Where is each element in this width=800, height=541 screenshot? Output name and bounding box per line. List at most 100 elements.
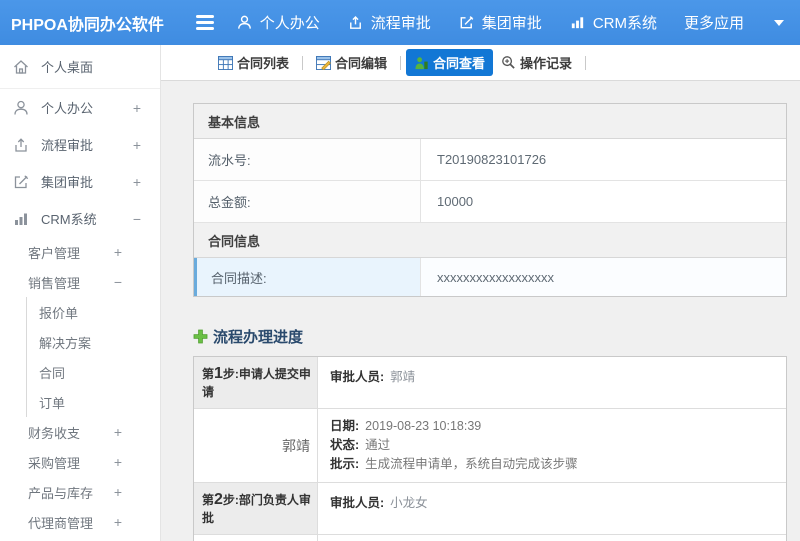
sidebar-item-label: 采购管理 <box>28 455 81 471</box>
sidebar-item-group-approval[interactable]: 集团审批 + <box>0 163 160 200</box>
expand-plus-icon[interactable]: + <box>114 514 122 530</box>
sidebar-item-sales-mgmt[interactable]: 销售管理 − <box>0 267 160 297</box>
nav-more-apps[interactable]: 更多应用 <box>684 12 744 33</box>
nav-personal-office[interactable]: 个人办公 <box>236 12 320 33</box>
sidebar-item-crm[interactable]: CRM系统 − <box>0 200 160 237</box>
tab-separator <box>585 55 587 70</box>
expand-plus-icon[interactable]: + <box>114 424 122 440</box>
sidebar-item-label: 客户管理 <box>28 245 81 261</box>
nav-item-label: 流程审批 <box>370 15 431 32</box>
tab-contract-list[interactable]: 合同列表 <box>210 49 297 76</box>
approver-name: 小龙女 <box>390 496 428 510</box>
step-number: 1 <box>214 365 223 382</box>
sidebar-item-label: CRM系统 <box>41 212 97 227</box>
sidebar-item-personal-office[interactable]: 个人办公 + <box>0 89 160 126</box>
chart-icon <box>15 213 27 225</box>
approver-label: 审批人员: <box>330 370 385 384</box>
detail-line-date: 日期: 2019-08-23 10:18:39 <box>330 417 774 436</box>
tab-separator <box>400 55 402 70</box>
remark-label: 批示: <box>330 457 360 471</box>
step-pre: 第 <box>202 493 215 507</box>
sidebar-item-purchase[interactable]: 采购管理 + <box>0 447 160 477</box>
approver-name: 郭靖 <box>390 370 416 384</box>
sidebar-item-label: 财务收支 <box>28 425 81 441</box>
form-row-total-amount: 总金额: 10000 <box>194 181 786 223</box>
process-icon <box>349 16 361 29</box>
table-icon <box>218 55 233 70</box>
sidebar-item-order[interactable]: 订单 <box>27 387 160 417</box>
expand-plus-icon[interactable]: + <box>133 174 141 190</box>
tab-contract-edit[interactable]: 合同编辑 <box>308 49 395 76</box>
nav-crm-system[interactable]: CRM系统 <box>569 12 657 33</box>
sidebar-item-label: 解决方案 <box>39 335 92 351</box>
sidebar-item-label: 订单 <box>39 395 66 411</box>
tab-label: 操作记录 <box>520 56 573 71</box>
sidebar-item-label: 产品与库存 <box>28 485 94 501</box>
tab-operation-log[interactable]: 操作记录 <box>493 49 580 76</box>
sidebar-item-finance[interactable]: 财务收支 + <box>0 417 160 447</box>
person-view-icon <box>415 56 428 69</box>
approver-name-cell: 小龙女 <box>194 535 318 541</box>
progress-table: 第1步:申请人提交申请 审批人员: 郭靖 郭靖 日期: 2019-08-23 10:… <box>193 356 787 541</box>
sidebar-item-product-inventory[interactable]: 产品与库存 + <box>0 477 160 507</box>
remark-value: 生成流程申请单，系统自动完成该步骤 <box>365 457 578 471</box>
form-row-contract-description: 合同描述: xxxxxxxxxxxxxxxxxx <box>194 258 786 296</box>
approver-cell: 审批人员: 郭靖 <box>318 357 786 408</box>
sidebar-item-label: 合同 <box>39 365 66 381</box>
user-icon <box>237 15 251 29</box>
hamburger-menu-icon[interactable] <box>196 15 214 30</box>
step-title: 第1步:申请人提交申请 <box>194 357 318 408</box>
nav-process-approval[interactable]: 流程审批 <box>347 12 431 33</box>
detail-line-status: 状态: 通过 <box>330 436 774 455</box>
tab-separator <box>302 55 304 70</box>
approver-label: 审批人员: <box>330 496 385 510</box>
sidebar-item-personal-desktop[interactable]: 个人桌面 <box>0 45 160 89</box>
user-icon <box>14 100 28 115</box>
sidebar-item-process-approval[interactable]: 流程审批 + <box>0 126 160 163</box>
step-detail-cell: 日期: 2019-08-23 10:18:39 状态: 通过 批示: 生成流程申请单，… <box>318 409 786 482</box>
field-label: 合同描述: <box>197 258 421 296</box>
step-header-row: 第2步:部门负责人审批 审批人员: 小龙女 <box>194 483 786 535</box>
sidebar-item-label: 个人桌面 <box>41 60 94 75</box>
sidebar-item-quotation[interactable]: 报价单 <box>27 297 160 327</box>
sidebar-item-report-stats[interactable]: 报表与统计 + <box>0 537 160 541</box>
sidebar-item-label: 报价单 <box>39 305 79 321</box>
expand-plus-icon[interactable]: + <box>114 454 122 470</box>
sidebar-item-label: 流程审批 <box>41 138 94 153</box>
tab-contract-view[interactable]: 合同查看 <box>406 49 494 76</box>
nav-group-approval[interactable]: 集团审批 <box>458 12 542 33</box>
sidebar-item-agent-mgmt[interactable]: 代理商管理 + <box>0 507 160 537</box>
collapse-minus-icon[interactable]: − <box>133 211 141 227</box>
form-row-serial-number: 流水号: T20190823101726 <box>194 139 786 181</box>
expand-plus-icon[interactable]: + <box>114 244 122 260</box>
home-icon <box>14 59 28 74</box>
sidebar-item-contract[interactable]: 合同 <box>27 357 160 387</box>
step-title: 第2步:部门负责人审批 <box>194 483 318 534</box>
section-header-contract-info: 合同信息 <box>194 223 786 258</box>
collapse-minus-icon[interactable]: − <box>114 274 122 290</box>
field-value: T20190823101726 <box>437 152 547 167</box>
date-value: 2019-08-23 10:18:39 <box>365 419 482 433</box>
process-icon <box>15 137 27 152</box>
top-bar: PHPOA协同办公软件 个人办公 流程审批 集团审批 CRM系统 更多应用 <box>0 0 800 45</box>
progress-title-text: 流程办理进度 <box>213 329 304 346</box>
tab-label: 合同编辑 <box>335 56 388 71</box>
section-header-basic-info: 基本信息 <box>194 104 786 139</box>
approver-name-cell: 郭靖 <box>194 409 318 482</box>
expand-plus-icon[interactable]: + <box>133 100 141 116</box>
sidebar: 个人桌面 个人办公 + 流程审批 + 集团审批 + CRM系统 − 客户管理 +… <box>0 45 161 541</box>
step-detail-row: 小龙女 日期:2019-08-23 10:21:58 状态:通过 批示:通过 <box>194 535 786 541</box>
field-label: 流水号: <box>194 139 421 180</box>
table-edit-icon <box>316 55 331 70</box>
app-logo: PHPOA协同办公软件 <box>11 16 164 34</box>
nav-item-label: 集团审批 <box>481 15 542 32</box>
sidebar-item-solution[interactable]: 解决方案 <box>27 327 160 357</box>
caret-down-icon[interactable] <box>774 19 784 26</box>
expand-plus-icon[interactable]: + <box>133 137 141 153</box>
magnifier-plus-icon <box>502 56 515 69</box>
tab-label: 合同列表 <box>237 56 290 71</box>
expand-plus-icon[interactable]: + <box>114 484 122 500</box>
green-plus-icon <box>193 329 208 344</box>
sidebar-item-label: 集团审批 <box>41 175 94 190</box>
sidebar-item-customer-mgmt[interactable]: 客户管理 + <box>0 237 160 267</box>
